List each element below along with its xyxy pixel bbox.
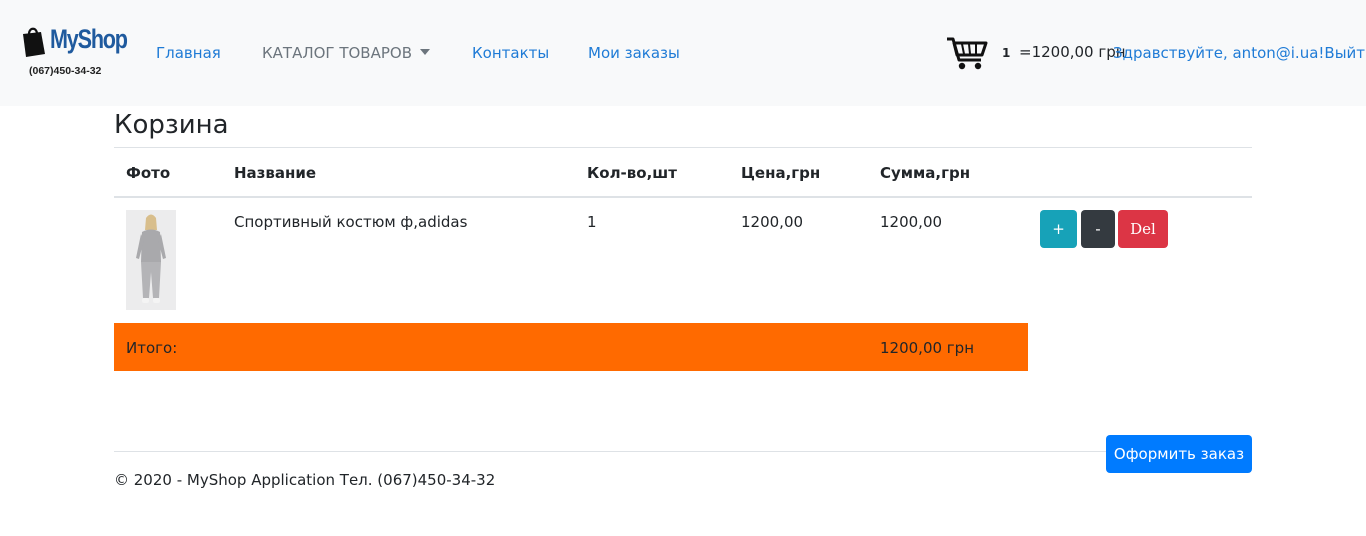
cart-count: 1 <box>1002 46 1011 60</box>
delete-item-button[interactable]: Del <box>1118 210 1168 248</box>
nav-catalog-dropdown[interactable]: КАТАЛОГ ТОВАРОВ <box>262 44 430 62</box>
nav-catalog-label: КАТАЛОГ ТОВАРОВ <box>262 44 412 62</box>
shopping-cart-icon[interactable] <box>945 36 989 72</box>
shopping-bag-icon <box>23 27 45 57</box>
user-greeting: Здравствуйте, anton@i.ua!Выйти <box>1113 44 1366 62</box>
column-header-name: Название <box>234 164 317 182</box>
column-header-qty: Кол-во,шт <box>587 164 677 182</box>
nav-home[interactable]: Главная <box>156 44 221 62</box>
brand-name: MyShop <box>50 24 128 54</box>
total-value: 1200,00 грн <box>880 339 975 357</box>
nav-contacts[interactable]: Контакты <box>472 44 549 62</box>
total-row: Итого: 1200,00 грн <box>114 323 1028 371</box>
product-image <box>126 210 176 310</box>
product-name: Спортивный костюм ф,adidas <box>234 213 468 231</box>
cart-total: =1200,00 грн <box>1019 43 1126 61</box>
increase-qty-button[interactable]: + <box>1040 210 1077 248</box>
table-header-divider <box>114 196 1252 198</box>
product-photo[interactable] <box>126 210 176 310</box>
divider <box>114 147 1252 148</box>
total-label: Итого: <box>126 339 178 357</box>
checkout-button[interactable]: Оформить заказ <box>1106 435 1252 473</box>
product-price: 1200,00 <box>741 213 804 231</box>
footer-text: © 2020 - MyShop Application Тел. (067)45… <box>114 471 496 489</box>
brand-logo[interactable]: MyShop (067)450-34-32 <box>20 22 128 80</box>
decrease-qty-button[interactable]: - <box>1081 210 1115 248</box>
column-header-price: Цена,грн <box>741 164 821 182</box>
logout-link[interactable]: Выйти <box>1324 44 1366 62</box>
page-title: Корзина <box>114 110 229 140</box>
brand-phone: (067)450-34-32 <box>29 65 102 77</box>
user-profile-link[interactable]: Здравствуйте, anton@i.ua! <box>1113 44 1324 62</box>
product-qty: 1 <box>587 213 597 231</box>
caret-down-icon <box>420 49 430 55</box>
nav-my-orders[interactable]: Мои заказы <box>588 44 680 62</box>
column-header-sum: Сумма,грн <box>880 164 971 182</box>
product-sum: 1200,00 <box>880 213 943 231</box>
column-header-photo: Фото <box>126 164 171 182</box>
footer-divider <box>114 451 1252 452</box>
navbar: MyShop (067)450-34-32 Главная КАТАЛОГ ТО… <box>0 0 1366 106</box>
